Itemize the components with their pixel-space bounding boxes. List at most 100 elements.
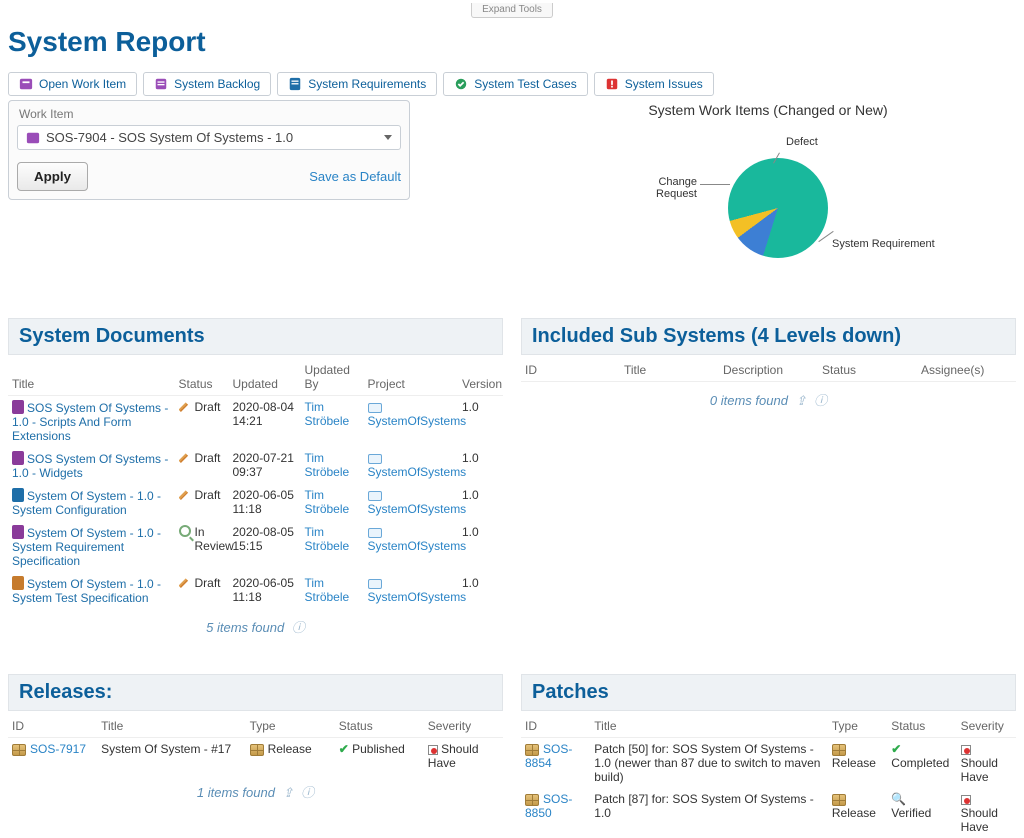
type-cell: Release <box>832 806 876 820</box>
export-icon[interactable]: ⇪ <box>283 785 294 800</box>
status-cell: Verified <box>891 806 931 820</box>
package-icon <box>525 744 539 756</box>
project-icon <box>368 403 382 413</box>
expand-tools-button[interactable]: Expand Tools <box>471 3 553 18</box>
id-link[interactable]: SOS-7917 <box>30 742 86 756</box>
save-as-default-link[interactable]: Save as Default <box>309 169 401 184</box>
panel-sub-systems: Included Sub Systems (4 Levels down) IDT… <box>521 318 1016 644</box>
magnifier-icon <box>179 525 191 537</box>
subsystems-items-found: 0 items found ⇪ ⓘ <box>521 382 1016 417</box>
status-cell: Draft <box>179 400 225 414</box>
updated-cell: 2020-06-05 11:18 <box>229 572 301 609</box>
user-link[interactable]: Tim Ströbele <box>305 400 350 428</box>
pencil-icon <box>179 451 191 463</box>
project-icon <box>368 491 382 501</box>
check-icon: ✔ <box>891 742 901 756</box>
status-cell: Draft <box>179 488 225 502</box>
document-link[interactable]: SOS System Of Systems - 1.0 - Widgets <box>12 452 168 480</box>
panel-heading: Included Sub Systems (4 Levels down) <box>521 318 1016 355</box>
project-icon <box>368 579 382 589</box>
backlog-icon <box>154 77 168 91</box>
documents-items-found: 5 items found ⓘ <box>8 609 503 644</box>
updated-cell: 2020-08-04 14:21 <box>229 396 301 448</box>
chart-label-change-request: Change Request <box>627 176 697 200</box>
panel-system-documents: System Documents TitleStatusUpdatedUpdat… <box>8 318 503 644</box>
severity-icon <box>961 795 971 805</box>
tab-system-issues[interactable]: System Issues <box>594 72 714 96</box>
column-header: Type <box>246 711 335 738</box>
page-title: System Report <box>8 26 1016 58</box>
type-cell: Release <box>268 742 312 756</box>
column-header: Updated By <box>301 355 364 396</box>
filter-label: Work Item <box>19 107 401 121</box>
panel-heading: Patches <box>521 674 1016 711</box>
user-link[interactable]: Tim Ströbele <box>305 488 350 516</box>
column-header: Severity <box>424 711 503 738</box>
pencil-icon <box>179 488 191 500</box>
project-link[interactable]: SystemOfSystems <box>368 539 467 553</box>
package-icon <box>250 744 264 756</box>
table-row: System Of System - 1.0 - System Test Spe… <box>8 572 503 609</box>
tab-open-work-item[interactable]: Open Work Item <box>8 72 137 96</box>
tab-system-backlog[interactable]: System Backlog <box>143 72 271 96</box>
tab-system-requirements[interactable]: System Requirements <box>277 72 437 96</box>
panel-patches: Patches IDTitleTypeStatusSeverity SOS-88… <box>521 674 1016 838</box>
document-icon <box>12 525 24 539</box>
package-icon <box>525 794 539 806</box>
status-cell: Draft <box>179 576 225 590</box>
filter-box: Work Item SOS-7904 - SOS System Of Syste… <box>8 100 410 200</box>
user-link[interactable]: Tim Ströbele <box>305 451 350 479</box>
column-header: Assignee(s) <box>917 355 1016 382</box>
status-cell: Draft <box>179 451 225 465</box>
column-header: ID <box>521 355 620 382</box>
project-icon <box>368 454 382 464</box>
column-header: Updated <box>229 355 301 396</box>
project-link[interactable]: SystemOfSystems <box>368 414 467 428</box>
chart-label-system-requirement: System Requirement <box>832 238 935 250</box>
info-icon: ⓘ <box>814 393 827 408</box>
document-link[interactable]: System Of System - 1.0 - System Configur… <box>12 489 161 517</box>
document-icon <box>12 451 24 465</box>
column-header: Version <box>458 355 503 396</box>
document-icon <box>12 488 24 502</box>
workitem-icon <box>26 131 40 145</box>
document-link[interactable]: System Of System - 1.0 - System Requirem… <box>12 526 161 568</box>
user-link[interactable]: Tim Ströbele <box>305 525 350 553</box>
column-header: Status <box>335 711 424 738</box>
table-row: System Of System - 1.0 - System Configur… <box>8 484 503 521</box>
status-cell: Completed <box>891 756 949 770</box>
pencil-icon <box>179 576 191 588</box>
chevron-down-icon <box>384 135 392 140</box>
column-header: Project <box>364 355 459 396</box>
table-row: SOS System Of Systems - 1.0 - Scripts An… <box>8 396 503 448</box>
project-icon <box>368 528 382 538</box>
export-icon[interactable]: ⇪ <box>796 393 807 408</box>
title-cell: System Of System - #17 <box>97 738 246 775</box>
status-cell: Published <box>352 742 405 756</box>
document-link[interactable]: SOS System Of Systems - 1.0 - Scripts An… <box>12 401 168 443</box>
panel-releases: Releases: IDTitleTypeStatusSeverity SOS-… <box>8 674 503 838</box>
table-row: SOS-8854Patch [50] for: SOS System Of Sy… <box>521 738 1016 789</box>
work-item-select[interactable]: SOS-7904 - SOS System Of Systems - 1.0 <box>17 125 401 150</box>
document-icon <box>12 576 24 590</box>
updated-cell: 2020-08-05 15:15 <box>229 521 301 572</box>
apply-button[interactable]: Apply <box>17 162 88 191</box>
chart-title: System Work Items (Changed or New) <box>512 102 1024 118</box>
status-cell: In Review <box>179 525 225 553</box>
panel-heading: Releases: <box>8 674 503 711</box>
title-cell: Patch [87] for: SOS System Of Systems - … <box>590 788 828 838</box>
table-row: SOS-7917System Of System - #17Release✔ P… <box>8 738 503 775</box>
table-row: SOS System Of Systems - 1.0 - Widgets Dra… <box>8 447 503 484</box>
user-link[interactable]: Tim Ströbele <box>305 576 350 604</box>
severity-icon <box>428 745 438 755</box>
tab-system-test-cases[interactable]: System Test Cases <box>443 72 587 96</box>
column-header: Status <box>818 355 917 382</box>
workitem-icon <box>19 77 33 91</box>
project-link[interactable]: SystemOfSystems <box>368 502 467 516</box>
updated-cell: 2020-07-21 09:37 <box>229 447 301 484</box>
document-link[interactable]: System Of System - 1.0 - System Test Spe… <box>12 577 161 605</box>
releases-items-found: 1 items found ⇪ ⓘ <box>8 774 503 809</box>
project-link[interactable]: SystemOfSystems <box>368 465 467 479</box>
pie-chart: Change Request Defect System Requirement <box>512 128 1024 288</box>
project-link[interactable]: SystemOfSystems <box>368 590 467 604</box>
